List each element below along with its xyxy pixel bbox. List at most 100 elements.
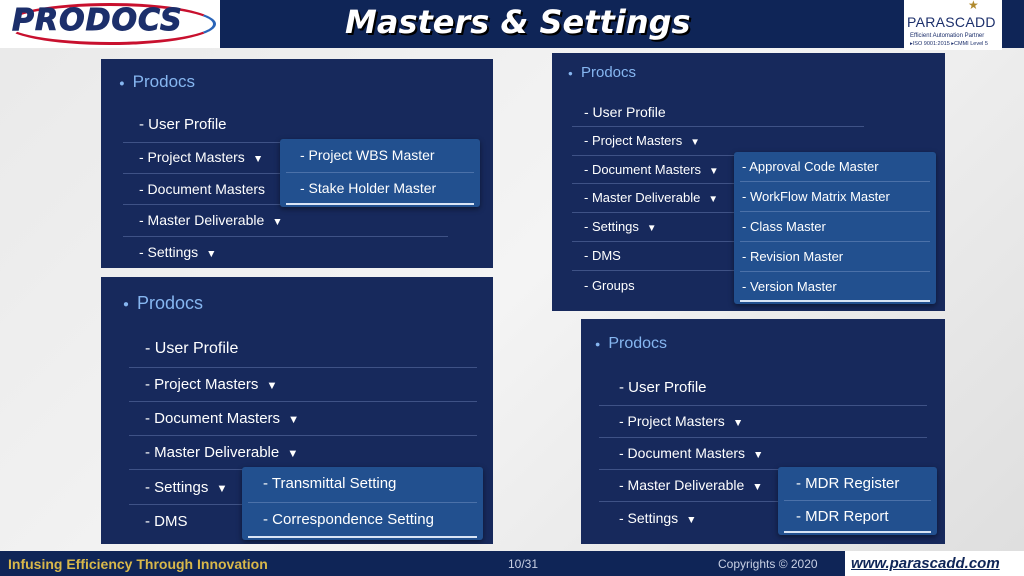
menu-item-dms[interactable]: - DMS — [584, 248, 621, 263]
prodocs-logo: PRODOCS — [0, 0, 220, 48]
menu-item-project-masters[interactable]: - Project Masters ▼ — [139, 149, 263, 165]
dropdown-item-transmittal-setting[interactable]: - Transmittal Setting — [263, 475, 396, 492]
header-bar: PRODOCS Masters & Settings ★ PARASCADD E… — [0, 0, 1024, 50]
divider — [740, 181, 930, 182]
caret-down-icon: ▼ — [709, 166, 719, 177]
menu-item-label: - Settings — [145, 479, 209, 496]
caret-down-icon: ▼ — [252, 153, 264, 165]
menu-item-settings[interactable]: - Settings ▼ — [619, 510, 697, 526]
menu-item-settings[interactable]: - Settings ▼ — [145, 479, 228, 496]
menu-panel-settings: ● Prodocs - User Profile - Project Master… — [101, 277, 493, 544]
menu-item-settings[interactable]: - Settings ▼ — [584, 219, 657, 234]
menu-item-label: - Master Deliverable — [145, 444, 280, 461]
divider — [129, 367, 477, 368]
menu-item-label: - Master Deliverable — [584, 190, 701, 205]
menu-item-label: - Project Masters — [145, 376, 259, 393]
brand-label: Prodocs — [136, 293, 204, 313]
menu-item-user-profile[interactable]: - User Profile — [584, 104, 666, 120]
divider — [599, 405, 927, 406]
caret-down-icon: ▼ — [646, 223, 657, 234]
menu-item-label: - Document Masters — [584, 162, 702, 177]
dropdown-item-workflow-matrix-master[interactable]: - WorkFlow Matrix Master — [742, 189, 890, 204]
brand-label: Prodocs — [132, 72, 196, 91]
menu-item-project-masters[interactable]: - Project Masters ▼ — [145, 376, 278, 393]
bullet-dot-icon: ● — [595, 338, 601, 349]
menu-item-document-masters[interactable]: - Document Masters ▼ — [145, 410, 299, 427]
caret-down-icon: ▼ — [206, 248, 217, 260]
menu-item-label: - Master Deliverable — [619, 477, 745, 493]
brand-prodocs[interactable]: ● Prodocs — [123, 293, 203, 314]
menu-item-document-masters[interactable]: - Document Masters — [139, 181, 265, 197]
dropdown-project-masters: - Project WBS Master - Stake Holder Mast… — [280, 139, 480, 207]
dropdown-item-version-master[interactable]: - Version Master — [742, 279, 837, 294]
footer-tagline: Infusing Efficiency Through Innovation — [8, 556, 268, 572]
menu-item-groups[interactable]: - Groups — [584, 278, 635, 293]
parascadd-certs: ▸ISO 9001:2015 ▸CMMI Level 5 — [910, 41, 988, 47]
divider — [784, 500, 931, 501]
brand-prodocs[interactable]: ● Prodocs — [568, 64, 636, 81]
dropdown-item-correspondence-setting[interactable]: - Correspondence Setting — [263, 511, 434, 528]
caret-down-icon: ▼ — [686, 514, 697, 526]
menu-item-master-deliverable[interactable]: - Master Deliverable ▼ — [584, 190, 718, 205]
caret-down-icon: ▼ — [216, 483, 228, 495]
menu-item-label: - Document Masters — [619, 445, 746, 461]
dropdown-item-mdr-report[interactable]: - MDR Report — [796, 508, 889, 525]
caret-down-icon: ▼ — [287, 448, 299, 460]
copyright-text: Copyrights © 2020 — [718, 557, 818, 571]
menu-item-label: - Project Masters — [139, 149, 245, 165]
focus-underline — [248, 536, 477, 538]
caret-down-icon: ▼ — [690, 137, 700, 148]
menu-item-master-deliverable[interactable]: - Master Deliverable ▼ — [619, 477, 763, 493]
dropdown-item-mdr-register[interactable]: - MDR Register — [796, 475, 899, 492]
dropdown-item-stake-holder-master[interactable]: - Stake Holder Master — [300, 180, 436, 196]
bullet-dot-icon: ● — [123, 298, 129, 310]
menu-item-master-deliverable[interactable]: - Master Deliverable ▼ — [139, 212, 283, 228]
parascadd-tagline: Efficient Automation Partner — [910, 33, 985, 39]
brand-prodocs[interactable]: ● Prodocs — [119, 72, 195, 92]
menu-item-label: - Settings — [139, 244, 199, 260]
dropdown-settings: - Transmittal Setting - Correspondence S… — [242, 467, 483, 540]
caret-down-icon: ▼ — [753, 449, 764, 461]
menu-item-project-masters[interactable]: - Project Masters ▼ — [584, 133, 700, 148]
divider — [286, 172, 474, 173]
menu-item-document-masters[interactable]: - Document Masters ▼ — [584, 162, 719, 177]
dropdown-item-approval-code-master[interactable]: - Approval Code Master — [742, 159, 879, 174]
divider — [129, 435, 477, 436]
focus-underline — [784, 531, 931, 533]
divider — [599, 437, 927, 438]
menu-item-user-profile[interactable]: - User Profile — [619, 379, 707, 396]
brand-label: Prodocs — [608, 335, 668, 352]
divider — [248, 502, 477, 503]
dropdown-item-revision-master[interactable]: - Revision Master — [742, 249, 843, 264]
website-link[interactable]: www.parascadd.com — [851, 555, 1000, 572]
menu-item-user-profile[interactable]: - User Profile — [145, 340, 238, 358]
focus-underline — [286, 203, 474, 205]
logo-star-icon: ★ — [968, 0, 979, 12]
menu-item-user-profile[interactable]: - User Profile — [139, 116, 227, 133]
menu-item-dms[interactable]: - DMS — [145, 513, 188, 530]
caret-down-icon: ▼ — [708, 194, 718, 205]
parascadd-logo-text: PARASCADD — [907, 14, 996, 30]
caret-down-icon: ▼ — [272, 216, 283, 228]
caret-down-icon: ▼ — [752, 481, 763, 493]
dropdown-item-project-wbs-master[interactable]: - Project WBS Master — [300, 147, 435, 163]
menu-item-document-masters[interactable]: - Document Masters ▼ — [619, 445, 763, 461]
bullet-dot-icon: ● — [119, 77, 125, 88]
divider — [129, 401, 477, 402]
website-box: www.parascadd.com — [845, 551, 1024, 576]
menu-item-label: - Project Masters — [619, 413, 725, 429]
brand-prodocs[interactable]: ● Prodocs — [595, 335, 667, 353]
dropdown-document-masters: - Approval Code Master - WorkFlow Matrix… — [734, 152, 936, 304]
menu-item-master-deliverable[interactable]: - Master Deliverable ▼ — [145, 444, 298, 461]
page-number: 10/31 — [508, 557, 539, 571]
dropdown-item-class-master[interactable]: - Class Master — [742, 219, 826, 234]
menu-item-label: - Settings — [619, 510, 679, 526]
caret-down-icon: ▼ — [732, 417, 744, 429]
menu-panel-document-masters: ● Prodocs - User Profile - Project Master… — [552, 53, 945, 311]
menu-item-settings[interactable]: - Settings ▼ — [139, 244, 217, 260]
divider — [572, 126, 864, 127]
divider — [740, 241, 930, 242]
menu-item-label: - Document Masters — [145, 410, 281, 427]
menu-item-project-masters[interactable]: - Project Masters ▼ — [619, 413, 743, 429]
menu-item-label: - Project Masters — [584, 133, 683, 148]
